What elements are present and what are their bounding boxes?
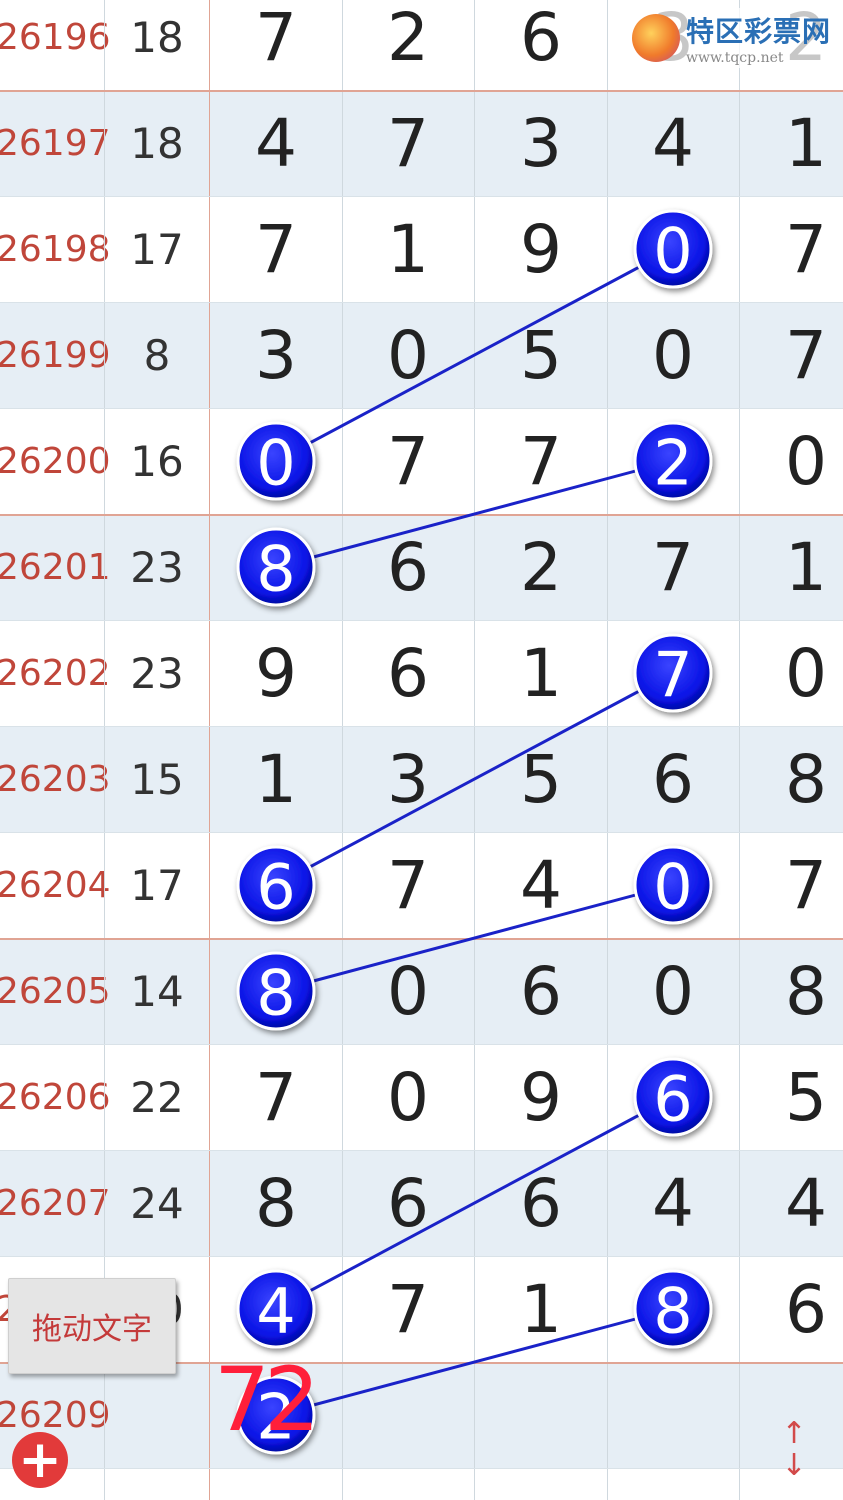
add-button[interactable]: + (12, 1432, 68, 1488)
highlight-ball: 6 (633, 1057, 713, 1137)
trend-connector-line (275, 247, 674, 463)
logo-badge-icon (631, 14, 680, 62)
highlight-ball: 8 (236, 527, 316, 607)
ball-number: 0 (256, 427, 295, 500)
ball-number: 0 (653, 851, 692, 924)
drag-text-button[interactable]: 拖动文字 (8, 1278, 176, 1374)
ball-number: 6 (256, 851, 295, 924)
ball-number: 8 (653, 1275, 692, 1348)
site-logo: 特区彩票网 www.tqcp.net (629, 8, 837, 68)
ball-number: 6 (653, 1063, 692, 1136)
prediction-mark: 72 (214, 1348, 320, 1451)
trend-connector-line (275, 459, 674, 569)
highlight-ball: 0 (236, 421, 316, 501)
ball-number: 7 (653, 639, 692, 712)
highlight-ball: 4 (236, 1269, 316, 1349)
trend-connector-line (275, 883, 674, 993)
logo-name: 特区彩票网 (685, 15, 831, 48)
logo-url: www.tqcp.net (685, 50, 784, 66)
plus-icon: + (18, 1430, 62, 1490)
down-arrow-icon: ↓ (781, 1448, 807, 1483)
highlight-ball: 8 (236, 951, 316, 1031)
ball-number: 2 (653, 427, 692, 500)
highlight-ball: 8 (633, 1269, 713, 1349)
ball-number: 8 (256, 533, 295, 606)
scroll-toggle-button[interactable]: ↑ ↓ (776, 1418, 812, 1488)
trend-connector-line (275, 671, 674, 887)
trend-connector-line (275, 1095, 674, 1311)
highlight-ball: 6 (236, 845, 316, 925)
up-arrow-icon: ↑ (781, 1416, 807, 1451)
ball-number: 0 (653, 215, 692, 288)
trend-connector-line (275, 1307, 674, 1417)
highlight-ball: 7 (633, 633, 713, 713)
highlight-ball: 2 (633, 421, 713, 501)
highlight-ball: 0 (633, 845, 713, 925)
highlight-ball: 0 (633, 209, 713, 289)
ball-number: 8 (256, 957, 295, 1030)
trend-overlay: 00 2876 0864 82 (236, 209, 713, 1455)
ball-number: 4 (256, 1275, 295, 1348)
